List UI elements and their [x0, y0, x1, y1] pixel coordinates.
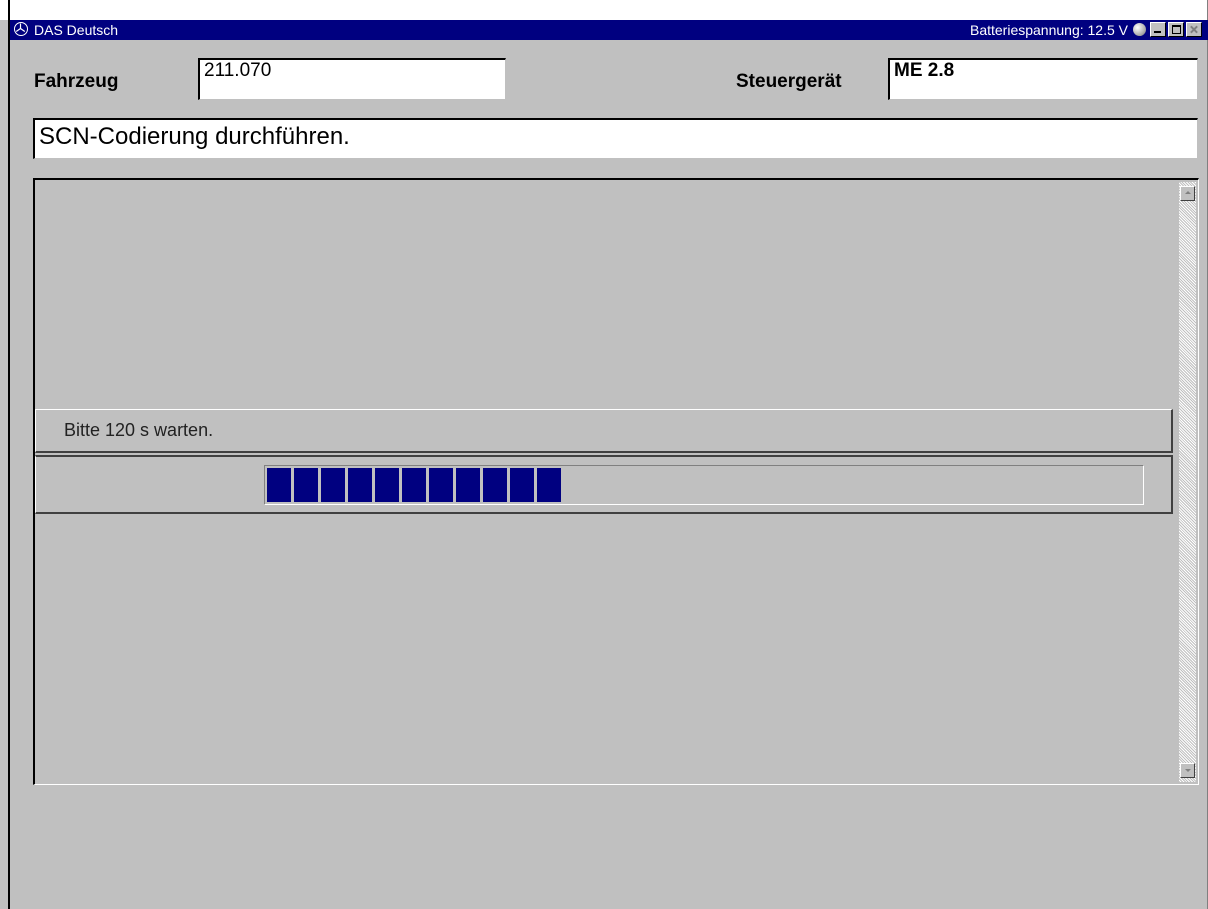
- vehicle-value: 211.070: [204, 60, 272, 81]
- instruction-text: SCN-Codierung durchführen.: [39, 123, 350, 150]
- progress-segment: [348, 468, 372, 502]
- ecu-value: ME 2.8: [894, 60, 955, 81]
- progress-segment: [294, 468, 318, 502]
- progress-bar: [264, 465, 1144, 505]
- progress-segment: [456, 468, 480, 502]
- maximize-button[interactable]: [1168, 22, 1184, 37]
- progress-segment: [267, 468, 291, 502]
- desktop-top-strip: [0, 0, 1208, 20]
- instruction-field: SCN-Codierung durchführen.: [33, 118, 1198, 159]
- progress-segment: [510, 468, 534, 502]
- vehicle-field[interactable]: 211.070: [198, 58, 506, 100]
- battery-voltage: Batteriespannung: 12.5 V: [969, 22, 1128, 38]
- ecu-field[interactable]: ME 2.8: [888, 58, 1198, 100]
- mercedes-star-icon: [14, 22, 28, 36]
- progress-segment: [483, 468, 507, 502]
- close-button[interactable]: [1186, 22, 1202, 37]
- vehicle-label: Fahrzeug: [34, 71, 119, 92]
- wait-message-box: Bitte 120 s warten.: [35, 409, 1173, 453]
- window-left-border: [8, 0, 10, 909]
- title-bar[interactable]: DAS Deutsch Batteriespannung: 12.5 V: [10, 20, 1208, 40]
- window-title: DAS Deutsch: [34, 22, 119, 38]
- progress-segment: [537, 468, 561, 502]
- progress-segment: [429, 468, 453, 502]
- status-led-icon: [1133, 23, 1146, 36]
- scroll-down-button[interactable]: [1180, 763, 1195, 778]
- progress-segment: [375, 468, 399, 502]
- progress-segment: [402, 468, 426, 502]
- progress-container: [35, 455, 1173, 514]
- ecu-label: Steuergerät: [736, 71, 842, 92]
- minimize-button[interactable]: [1150, 22, 1166, 37]
- progress-segment: [321, 468, 345, 502]
- scroll-up-button[interactable]: [1180, 186, 1195, 201]
- vertical-scrollbar[interactable]: [1179, 182, 1196, 782]
- content-panel: Bitte 120 s warten.: [33, 178, 1199, 785]
- wait-message: Bitte 120 s warten.: [64, 420, 214, 440]
